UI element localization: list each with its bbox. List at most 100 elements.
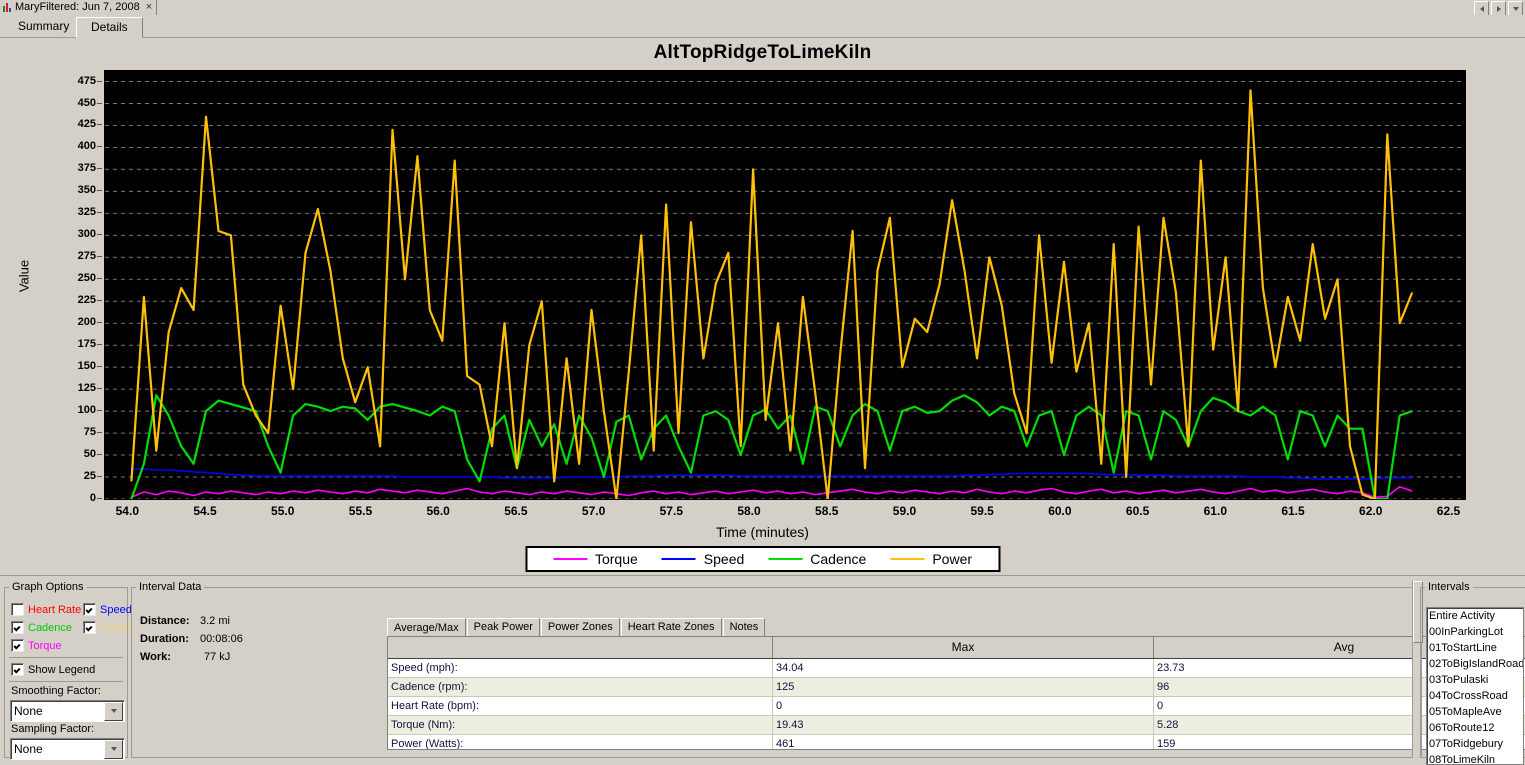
document-tab[interactable]: MaryFiltered: Jun 7, 2008 × — [0, 0, 158, 15]
interval-list-item[interactable]: 06ToRoute12 — [1427, 720, 1523, 736]
y-tick-mark — [97, 344, 102, 346]
legend-swatch — [768, 558, 803, 560]
x-tick-label: 58.5 — [815, 504, 839, 518]
x-tick-label: 55.5 — [348, 504, 373, 518]
x-tick-label: 59.0 — [892, 504, 917, 518]
duration-value: 00:08:06 — [200, 633, 243, 645]
checkbox-heart-rate-box[interactable] — [11, 603, 24, 616]
y-tick-mark — [97, 80, 102, 82]
checkbox-cadence[interactable]: Cadence — [11, 621, 72, 634]
tab-prev-button[interactable] — [1474, 1, 1489, 16]
y-axis-label: Value — [16, 259, 32, 293]
interval-list-item[interactable]: 05ToMapleAve — [1427, 704, 1523, 720]
interval-list-item[interactable]: 07ToRidgebury — [1427, 736, 1523, 752]
legend-item-torque: Torque — [552, 551, 638, 567]
interval-list-item[interactable]: 04ToCrossRoad — [1427, 688, 1523, 704]
checkbox-torque[interactable]: Torque — [11, 639, 62, 652]
y-tick-label: 325 — [77, 206, 96, 219]
y-tick-label: 50 — [83, 448, 96, 461]
y-tick-mark — [97, 168, 102, 170]
interval-list-item[interactable]: 02ToBigIslandRoad — [1427, 656, 1523, 672]
interval-list-item[interactable]: 00InParkingLot — [1427, 624, 1523, 640]
work-label: Work: — [140, 651, 171, 663]
y-tick-mark — [97, 498, 102, 499]
y-tick-label: 475 — [77, 74, 96, 87]
interval-list-item[interactable]: Entire Activity — [1427, 608, 1523, 624]
checkbox-heart-rate[interactable]: Heart Rate — [11, 603, 81, 616]
x-tick-label: 57.0 — [581, 504, 606, 518]
close-icon[interactable]: × — [146, 2, 152, 13]
sampling-factor-label: Sampling Factor: — [11, 723, 95, 735]
sampling-factor-select[interactable]: None — [10, 738, 125, 760]
checkbox-power-box[interactable] — [83, 621, 96, 634]
checkbox-speed[interactable]: Speed — [83, 603, 132, 616]
checkbox-show-legend-box[interactable] — [11, 663, 24, 676]
y-tick-label: 75 — [83, 426, 96, 439]
tab-list-dropdown-button[interactable] — [1508, 1, 1523, 16]
x-tick-label: 56.5 — [504, 504, 528, 518]
tab-details[interactable]: Details — [76, 17, 143, 38]
y-tick-label: 275 — [77, 250, 96, 263]
plot-area[interactable] — [104, 70, 1466, 500]
checkbox-cadence-box[interactable] — [11, 621, 24, 634]
y-tick-label: 125 — [77, 382, 96, 395]
table-row[interactable]: Torque (Nm): 19.43 5.28 — [388, 716, 1525, 735]
tab-summary[interactable]: Summary — [4, 17, 83, 36]
legend-label: Cadence — [810, 551, 867, 567]
y-tick-mark — [97, 212, 102, 214]
y-tick-mark — [97, 190, 102, 192]
tab-nav-controls — [1474, 1, 1523, 16]
y-tick-mark — [97, 366, 102, 368]
smoothing-factor-value: None — [14, 704, 43, 718]
checkbox-power[interactable]: Power — [83, 621, 131, 634]
interval-list-item[interactable]: 01ToStartLine — [1427, 640, 1523, 656]
x-tick-label: 60.0 — [1048, 504, 1072, 518]
smoothing-factor-select[interactable]: None — [10, 700, 125, 722]
interval-tab-notes[interactable]: Notes — [722, 618, 766, 637]
chevron-down-icon-2[interactable] — [104, 739, 123, 759]
smoothing-factor-label: Smoothing Factor: — [11, 685, 101, 697]
series-line-power — [130, 89, 1414, 499]
checkbox-show-legend[interactable]: Show Legend — [11, 663, 95, 676]
y-tick-label: 350 — [77, 184, 96, 197]
x-axis-label: Time (minutes) — [716, 524, 809, 540]
chevron-down-icon[interactable] — [104, 701, 123, 721]
table-row[interactable]: Speed (mph): 34.04 23.73 — [388, 659, 1525, 678]
x-tick-label: 61.0 — [1203, 504, 1227, 518]
legend-item-speed: Speed — [661, 551, 744, 567]
table-cell: 19.43 — [773, 716, 1154, 734]
table-header-blank — [388, 637, 773, 658]
chart-legend: Torque Speed Cadence Power — [524, 546, 1001, 572]
y-tick-label: 225 — [77, 294, 96, 307]
intervals-title: Intervals — [1428, 581, 1470, 593]
checkbox-speed-box[interactable] — [83, 603, 96, 616]
legend-label: Power — [932, 551, 973, 567]
table-row[interactable]: Power (Watts): 461 159 — [388, 735, 1525, 749]
interval-list-item[interactable]: 03ToPulaski — [1427, 672, 1523, 688]
checkbox-speed-label: Speed — [100, 603, 132, 616]
interval-tab-peak-power[interactable]: Peak Power — [466, 618, 540, 637]
interval-tab-heart-rate-zones[interactable]: Heart Rate Zones — [620, 618, 722, 637]
average-max-table[interactable]: Max Avg Speed (mph): 34.04 23.73 Cadence (r… — [387, 636, 1525, 750]
table-header-row: Max Avg — [388, 637, 1525, 659]
bottom-panel: Graph Options Heart Rate Speed Cadence P… — [0, 575, 1525, 765]
checkbox-torque-box[interactable] — [11, 639, 24, 652]
x-tick-label: 55.0 — [271, 504, 295, 518]
table-row[interactable]: Heart Rate (bpm): 0 0 — [388, 697, 1525, 716]
checkbox-power-label: Power — [100, 621, 132, 634]
y-tick-mark — [97, 124, 102, 126]
interval-tab-power-zones[interactable]: Power Zones — [540, 618, 620, 637]
x-tick-label: 62.5 — [1436, 504, 1461, 518]
legend-swatch — [552, 558, 587, 560]
interval-list-item[interactable]: 08ToLimeKiln — [1427, 752, 1523, 764]
table-cell: 461 — [773, 735, 1154, 749]
table-cell: Power (Watts): — [388, 735, 773, 749]
y-tick-label: 175 — [77, 338, 96, 351]
table-cell: 34.04 — [773, 659, 1154, 677]
y-tick-mark — [97, 102, 102, 104]
distance-label: Distance: — [140, 615, 190, 627]
table-row[interactable]: Cadence (rpm): 125 96 — [388, 678, 1525, 697]
tab-next-button[interactable] — [1491, 1, 1506, 16]
y-tick-mark — [97, 322, 102, 324]
intervals-list[interactable]: Entire Activity 00InParkingLot 01ToStartLi… — [1426, 607, 1524, 765]
